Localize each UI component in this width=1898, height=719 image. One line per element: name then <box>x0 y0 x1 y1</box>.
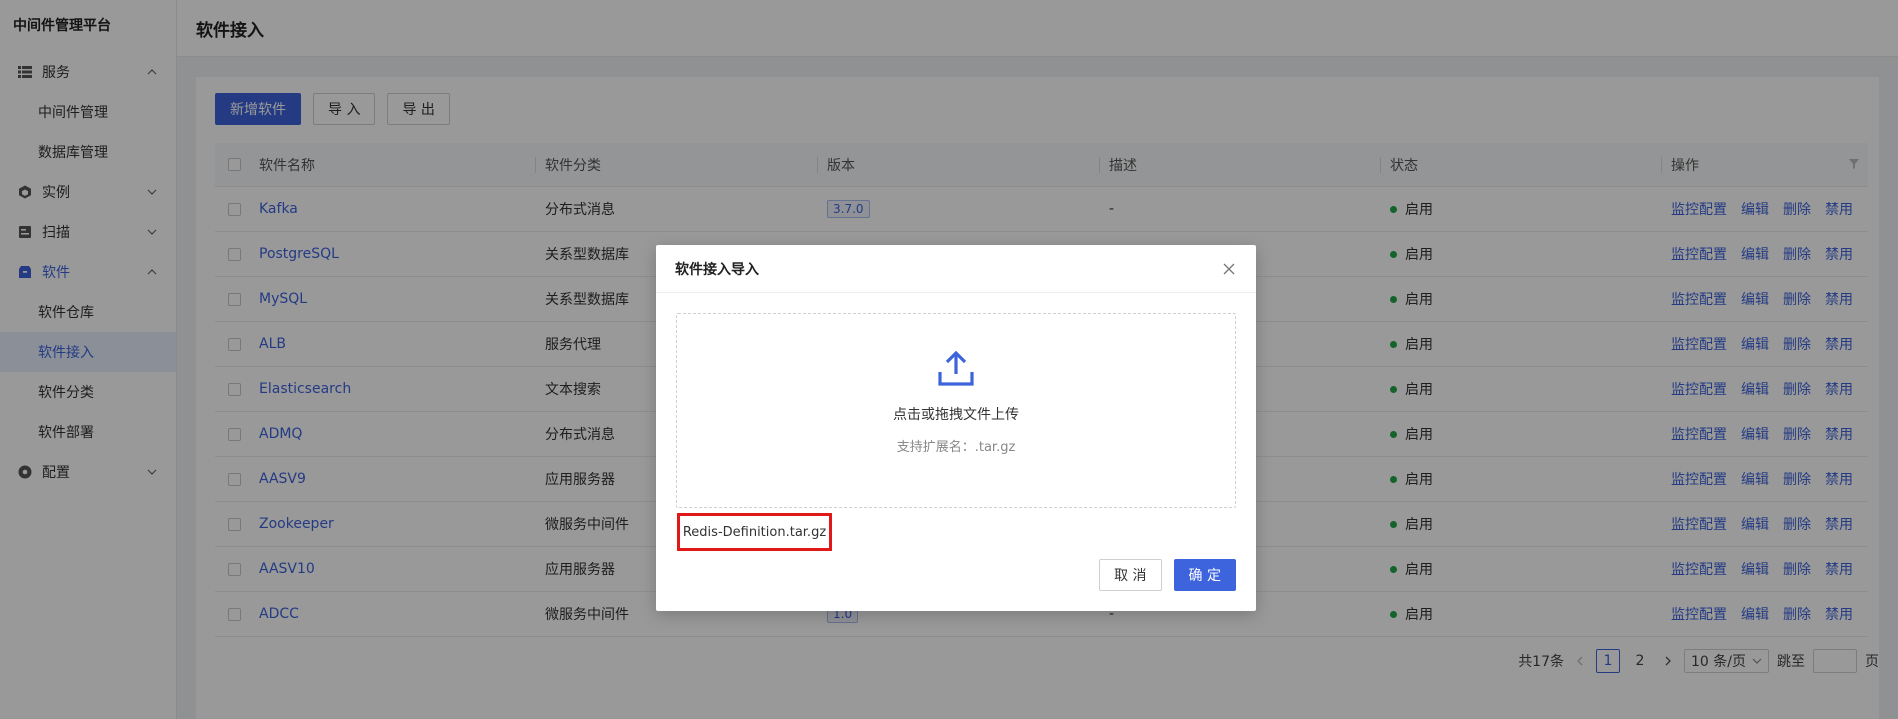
cancel-button[interactable]: 取 消 <box>1099 559 1162 591</box>
upload-dropzone[interactable]: 点击或拖拽文件上传 支持扩展名：.tar.gz <box>676 313 1236 508</box>
import-dialog: 软件接入导入 点击或拖拽文件上传 支持扩展名：.tar.gz Redis-Def… <box>656 245 1256 611</box>
dialog-title: 软件接入导入 <box>675 261 759 278</box>
dialog-footer: 取 消 确 定 <box>1099 559 1236 591</box>
upload-hint: 支持扩展名：.tar.gz <box>896 440 1016 455</box>
upload-text: 点击或拖拽文件上传 <box>893 407 1019 423</box>
close-icon[interactable] <box>1221 261 1237 277</box>
dialog-header: 软件接入导入 <box>656 245 1256 293</box>
confirm-button[interactable]: 确 定 <box>1173 559 1236 591</box>
uploaded-file-item[interactable]: Redis-Definition.tar.gz <box>677 513 832 551</box>
upload-icon <box>938 350 974 386</box>
